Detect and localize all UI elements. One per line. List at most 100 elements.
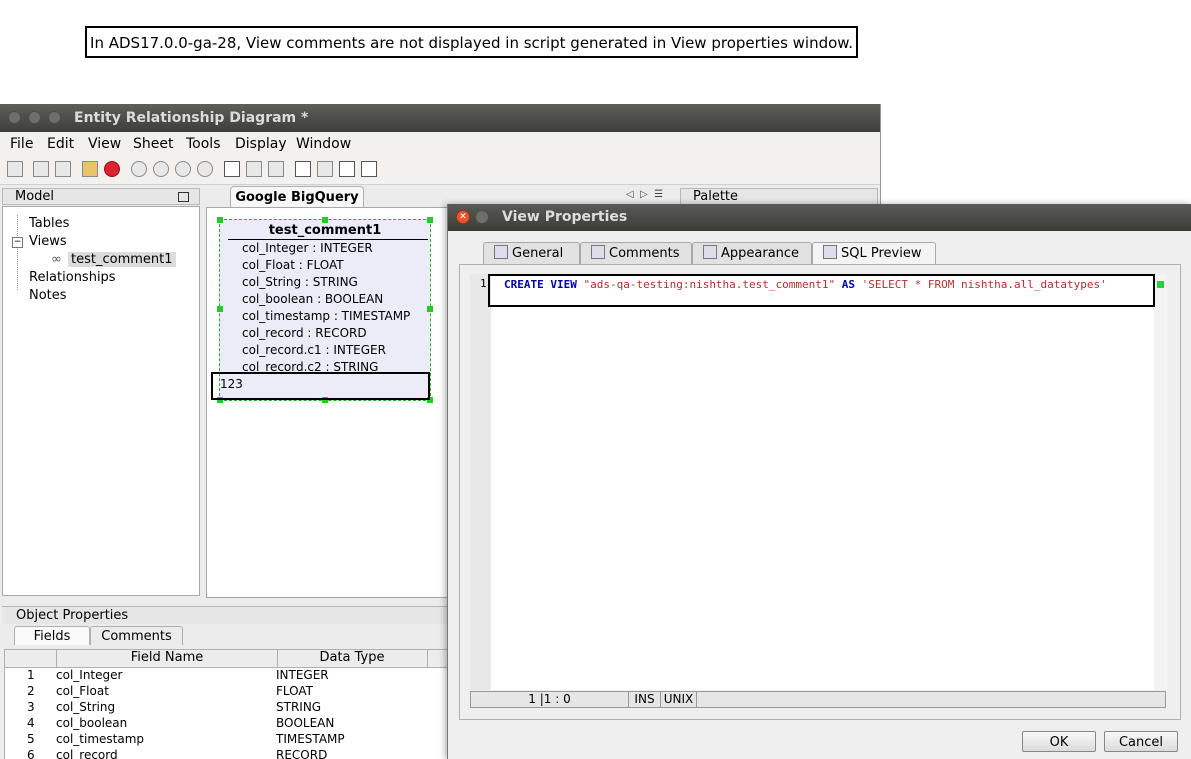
menu-tools[interactable]: Tools <box>186 136 221 152</box>
tab-comments[interactable]: Comments <box>90 626 183 645</box>
menu-window[interactable]: Window <box>296 136 351 152</box>
field-name-cell: col_timestamp <box>56 732 145 746</box>
view-icon: ∞ <box>51 252 62 267</box>
tab-comments[interactable]: Comments <box>580 242 692 264</box>
entity-field: col_record.c1 : INTEGER <box>242 343 386 357</box>
sql-keyword: CREATE VIEW <box>504 278 577 291</box>
resize-handle[interactable] <box>427 306 433 312</box>
row-number: 5 <box>27 732 35 746</box>
entity-icon[interactable] <box>82 161 98 177</box>
palette-title: Palette <box>693 189 739 204</box>
dialog-title: View Properties <box>502 209 628 225</box>
tree-item-tables[interactable]: Tables <box>29 216 69 231</box>
cursor-position: 1 |1 : 0 <box>471 692 629 707</box>
palette-header: Palette <box>680 188 878 205</box>
collapse-icon[interactable]: − <box>12 237 23 248</box>
sql-code-line[interactable]: CREATE VIEW "ads-qa-testing:nishtha.test… <box>488 274 1155 307</box>
entity-field: col_Float : FLOAT <box>242 258 344 272</box>
row-number: 6 <box>27 748 35 759</box>
save-icon[interactable] <box>7 161 23 177</box>
zoom-reset-icon[interactable] <box>197 161 213 177</box>
tab-nav-icons[interactable]: ◁ ▷ ☰ <box>626 189 676 203</box>
sql-preview-icon <box>823 245 837 259</box>
resize-handle[interactable] <box>217 306 223 312</box>
row-number: 4 <box>27 716 35 730</box>
menu-sheet[interactable]: Sheet <box>133 136 173 152</box>
object-properties-title: Object Properties <box>16 608 129 623</box>
tab-sql-preview[interactable]: SQL Preview <box>812 242 936 264</box>
menu-display[interactable]: Display <box>235 136 287 152</box>
entity-comment: 123 <box>211 372 430 400</box>
stop-icon[interactable] <box>104 161 120 177</box>
data-type-cell: RECORD <box>276 748 328 759</box>
insert-mode: INS <box>629 692 661 707</box>
entity-field: col_boolean : BOOLEAN <box>242 292 384 306</box>
data-type-cell: FLOAT <box>276 684 314 698</box>
restore-icon[interactable] <box>178 192 189 202</box>
model-tree: Tables − Views ∞ test_comment1 Relations… <box>2 206 200 596</box>
minimize-icon[interactable] <box>475 210 489 224</box>
field-name-cell: col_String <box>56 700 116 714</box>
menu-file[interactable]: File <box>10 136 33 152</box>
close-icon[interactable] <box>8 111 21 124</box>
null-icon[interactable] <box>317 161 333 177</box>
display-type-icon[interactable] <box>339 161 355 177</box>
sql-string: "ads-qa-testing:nishtha.test_comment1" <box>583 278 836 291</box>
field-name-cell: col_Integer <box>56 668 123 682</box>
data-type-cell: INTEGER <box>276 668 329 682</box>
appearance-icon <box>703 245 717 259</box>
sql-keyword: AS <box>841 278 856 291</box>
menu-bar: File Edit View Sheet Tools Display Windo… <box>0 132 880 156</box>
display-comment-icon[interactable] <box>361 161 377 177</box>
tab-appearance[interactable]: Appearance <box>692 242 812 264</box>
menu-view[interactable]: View <box>88 136 121 152</box>
display-columns-icon[interactable] <box>246 161 262 177</box>
dialog-title-bar: ✕ View Properties <box>448 204 1191 231</box>
tree-item-test-comment1[interactable]: test_comment1 <box>68 252 176 267</box>
print-icon[interactable] <box>33 161 49 177</box>
data-type-cell: STRING <box>276 700 322 714</box>
view-properties-dialog: ✕ View Properties General Comments Appea… <box>447 204 1191 759</box>
zoom-in-icon[interactable] <box>153 161 169 177</box>
entity-field: col_String : STRING <box>242 275 358 289</box>
column-field-name[interactable]: Field Name <box>56 650 278 667</box>
minimize-icon[interactable] <box>28 111 41 124</box>
display-keys-icon[interactable] <box>295 161 311 177</box>
data-type-cell: TIMESTAMP <box>276 732 345 746</box>
tab-appearance-label: Appearance <box>721 246 800 261</box>
model-panel-header: Model <box>2 188 200 205</box>
window-title: Entity Relationship Diagram * <box>74 110 309 126</box>
data-type-cell: BOOLEAN <box>276 716 335 730</box>
tree-item-views[interactable]: Views <box>29 234 67 249</box>
column-data-type[interactable]: Data Type <box>277 650 428 667</box>
tab-google-bigquery[interactable]: Google BigQuery <box>230 186 364 209</box>
field-name-cell: col_Float <box>56 684 109 698</box>
zoom-fit-icon[interactable] <box>131 161 147 177</box>
line-number: 1 <box>480 277 487 290</box>
field-name-cell: col_boolean <box>56 716 128 730</box>
tab-fields[interactable]: Fields <box>14 626 90 645</box>
entity-title: test_comment1 <box>268 223 382 238</box>
display-table-icon[interactable] <box>224 161 240 177</box>
editor-status-bar: 1 |1 : 0 INS UNIX <box>470 691 1166 708</box>
row-number: 2 <box>27 684 35 698</box>
line-number-gutter: 1 <box>470 274 491 690</box>
tree-item-notes[interactable]: Notes <box>29 288 67 303</box>
tab-general-label: General <box>512 246 564 261</box>
tab-general[interactable]: General <box>483 242 580 264</box>
maximize-icon[interactable] <box>48 111 61 124</box>
sql-string: 'SELECT * FROM nishtha.all_datatypes' <box>861 278 1107 291</box>
cancel-button[interactable]: Cancel <box>1104 731 1178 752</box>
tree-item-relationships[interactable]: Relationships <box>29 270 116 285</box>
model-panel-title: Model <box>15 189 55 204</box>
page-setup-icon[interactable] <box>55 161 71 177</box>
sql-editor[interactable] <box>491 274 1154 690</box>
zoom-out-icon[interactable] <box>175 161 191 177</box>
menu-edit[interactable]: Edit <box>47 136 74 152</box>
display-line-icon[interactable] <box>268 161 284 177</box>
annotation-note: In ADS17.0.0-ga-28, View comments are no… <box>85 26 858 58</box>
ok-button[interactable]: OK <box>1022 731 1096 752</box>
editor-scrollbar[interactable] <box>1154 274 1167 690</box>
entity-field: col_Integer : INTEGER <box>242 241 373 255</box>
close-icon[interactable]: ✕ <box>456 210 470 224</box>
